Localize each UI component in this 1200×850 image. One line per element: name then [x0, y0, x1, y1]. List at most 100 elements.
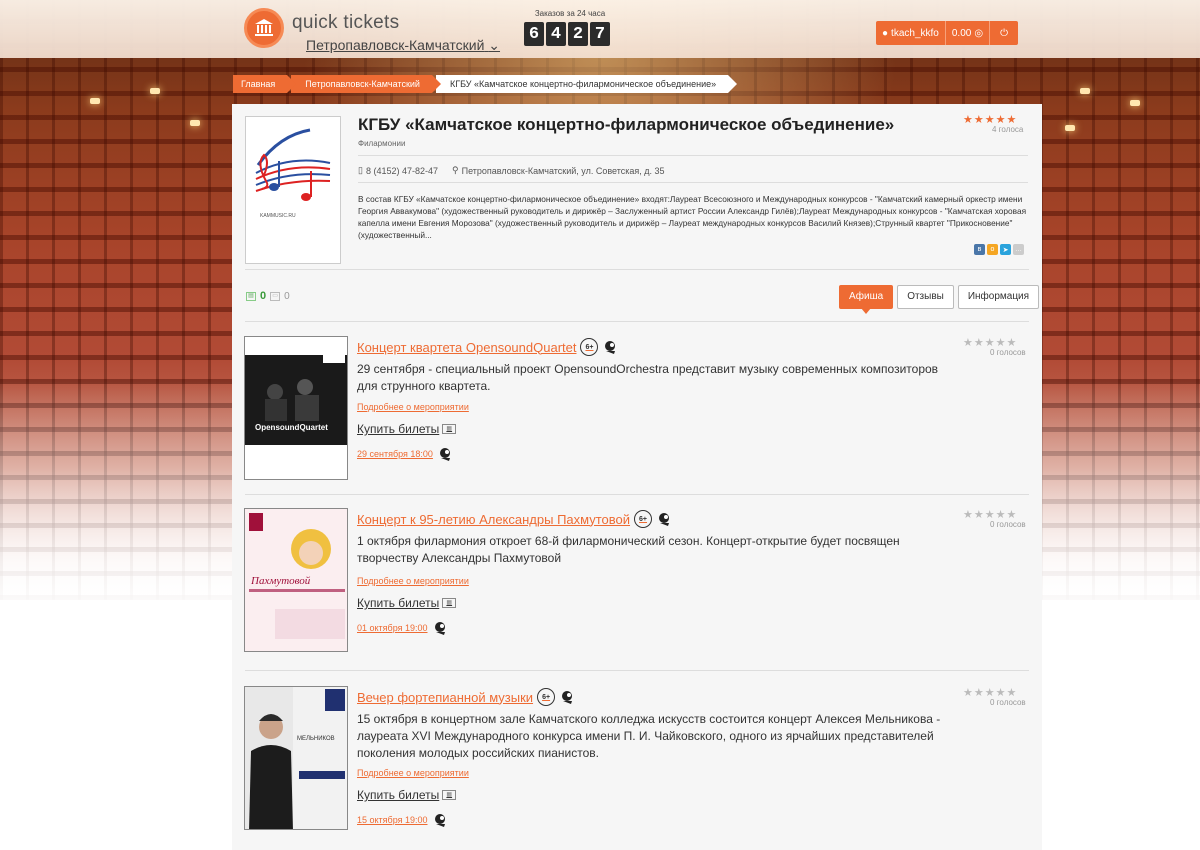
divider	[245, 321, 1029, 322]
buy-tickets-label: Купить билеты	[357, 422, 440, 436]
poster-caption: Пахмутовой	[251, 575, 311, 587]
main-panel: KAMMUSIC.RU КГБУ «Камчатское концертно-ф…	[232, 104, 1042, 850]
event-title: Концерт квартета OpensoundQuartet	[357, 339, 577, 355]
more-share-icon[interactable]: …	[1013, 244, 1024, 255]
event-title-link[interactable]: Концерт к 95-летию Александры Пахмутовой…	[357, 510, 672, 528]
buy-tickets-label: Купить билеты	[357, 788, 440, 802]
phone-contact: ▯ 8 (4152) 47-82-47	[358, 165, 438, 176]
logo-text[interactable]: quick tickets	[292, 12, 399, 34]
logout-button[interactable]: ⏻	[990, 21, 1019, 45]
poster-image	[245, 687, 347, 829]
phone-icon: ▯	[358, 165, 363, 175]
hall-lamp	[1080, 88, 1090, 94]
hall-lamp	[150, 88, 160, 94]
counter-digit: 7	[590, 22, 610, 46]
hall-lamp	[1065, 125, 1075, 131]
divider	[245, 494, 1029, 495]
power-icon: ⏻	[1000, 27, 1009, 39]
coin-icon: ◎	[974, 27, 984, 39]
user-bar: ● tkach_kkfo 0.00 ◎ ⏻	[876, 21, 1019, 45]
event-poster[interactable]: Пахмутовой	[244, 508, 348, 652]
event-more-link[interactable]: Подробнее о мероприятии	[357, 576, 469, 586]
divider	[358, 182, 1028, 183]
age-rating-badge: 6+	[580, 338, 599, 356]
organization-logo: KAMMUSIC.RU	[245, 116, 341, 264]
age-rating-badge: 6+	[634, 510, 653, 528]
site-logo[interactable]	[244, 8, 284, 48]
event-poster[interactable]: МЕЛЬНИКОВ	[244, 686, 348, 830]
site-header: quick tickets Петропавловск-Камчатский ⌄…	[0, 0, 1200, 58]
event-date-link[interactable]: 29 сентября 18:00	[357, 446, 453, 462]
event-votes: 0 голосов	[990, 698, 1026, 707]
counter-digit: 4	[546, 22, 566, 46]
poster-caption: OpensoundQuartet	[255, 423, 328, 432]
event-more-link[interactable]: Подробнее о мероприятии	[357, 768, 469, 778]
event-title-link[interactable]: Концерт квартета OpensoundQuartet 6+	[357, 338, 618, 356]
location-pin-icon: ⚲	[452, 165, 459, 175]
organization-description: В состав КГБУ «Камчатское концертно-фила…	[358, 194, 1027, 240]
counter-digit: 6	[524, 22, 544, 46]
buy-tickets-link[interactable]: Купить билеты ▦	[357, 596, 457, 610]
balance-value: 0.00	[951, 27, 972, 39]
event-date-link[interactable]: 01 октября 19:00	[357, 620, 448, 636]
organization-type: Филармонии	[358, 139, 406, 148]
event-date: 15 октября 19:00	[357, 815, 428, 825]
breadcrumb-home[interactable]: Главная	[233, 75, 297, 93]
user-profile-button[interactable]: ● tkach_kkfo	[876, 21, 946, 45]
event-title-link[interactable]: Вечер фортепианной музыки 6+	[357, 688, 575, 706]
pushkin-card-icon	[605, 341, 616, 354]
divider	[245, 670, 1029, 671]
organization-stats: ▤ 0 ▭ 0	[246, 290, 290, 302]
ticket-icon: ▦	[442, 598, 457, 608]
event-votes: 0 голосов	[990, 348, 1026, 357]
address-text: Петропавловск-Камчатский, ул. Советская,…	[461, 165, 665, 176]
divider	[245, 269, 1029, 270]
music-note-logo	[255, 128, 331, 201]
organization-votes: 4 голоса	[992, 125, 1024, 134]
pushkin-card-icon	[434, 622, 445, 635]
event-votes: 0 голосов	[990, 520, 1026, 529]
pushkin-card-icon	[562, 691, 573, 704]
buy-tickets-link[interactable]: Купить билеты ▦	[357, 422, 457, 436]
events-count: 0	[260, 290, 267, 302]
user-name: tkach_kkfo	[891, 27, 939, 39]
orders-counter: 6 4 2 7	[524, 22, 610, 46]
events-count-icon: ▤	[246, 291, 256, 301]
balance-button[interactable]: 0.00 ◎	[945, 21, 991, 45]
tab-afisha[interactable]: Афиша	[839, 285, 894, 314]
organization-contacts: ▯ 8 (4152) 47-82-47 ⚲ Петропавловск-Камч…	[358, 165, 665, 176]
poster-caption: МЕЛЬНИКОВ	[297, 736, 335, 742]
vk-share-icon[interactable]: в	[974, 244, 985, 255]
event-date: 01 октября 19:00	[357, 623, 428, 633]
ticket-icon: ▦	[442, 424, 457, 434]
user-icon: ●	[882, 27, 889, 39]
chevron-down-icon: ⌄	[488, 37, 501, 53]
telegram-share-icon[interactable]: ➤	[1000, 244, 1011, 255]
event-description: 29 сентября - специальный проект Opensou…	[357, 362, 939, 393]
phone-number: 8 (4152) 47-82-47	[365, 165, 439, 176]
organization-title: КГБУ «Камчатское концертно-филармоническ…	[358, 115, 895, 134]
poster-image	[245, 337, 347, 479]
event-title: Вечер фортепианной музыки	[357, 689, 534, 705]
tab-information[interactable]: Информация	[957, 285, 1040, 309]
event-date: 29 сентября 18:00	[357, 449, 433, 459]
share-buttons: в о ➤ …	[974, 244, 1024, 255]
city-selector[interactable]: Петропавловск-Камчатский ⌄	[306, 37, 500, 54]
age-rating-badge: 6+	[537, 688, 556, 706]
event-poster[interactable]: OpensoundQuartet	[244, 336, 348, 480]
hall-lamp	[1130, 100, 1140, 106]
event-description: 15 октября в концертном зале Камчатского…	[357, 712, 941, 760]
pushkin-card-icon	[439, 448, 450, 461]
event-more-link[interactable]: Подробнее о мероприятии	[357, 402, 469, 412]
event-date-link[interactable]: 15 октября 19:00	[357, 812, 448, 828]
ok-share-icon[interactable]: о	[987, 244, 998, 255]
ticket-icon: ▦	[442, 790, 457, 800]
reviews-count: 0	[284, 290, 290, 302]
breadcrumb-city[interactable]: Петропавловск-Камчатский	[291, 75, 441, 93]
hall-lamp	[190, 120, 200, 126]
logo-caption: KAMMUSIC.RU	[260, 213, 296, 219]
tab-reviews[interactable]: Отзывы	[897, 285, 954, 309]
city-name: Петропавловск-Камчатский	[306, 37, 485, 53]
buy-tickets-link[interactable]: Купить билеты ▦	[357, 788, 457, 802]
buy-tickets-label: Купить билеты	[357, 596, 440, 610]
